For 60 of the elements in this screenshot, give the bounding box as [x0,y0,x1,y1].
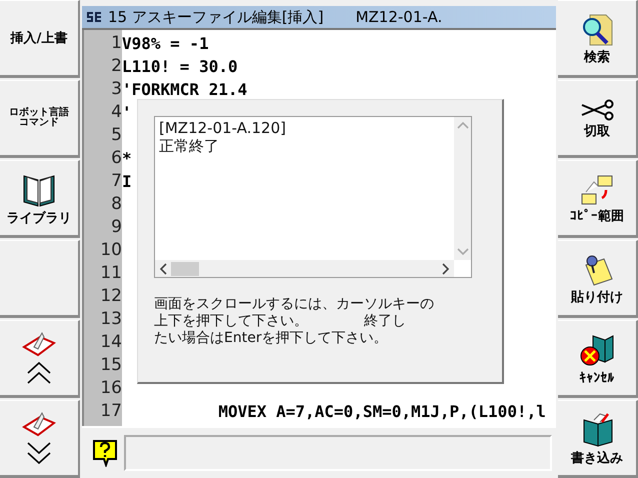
page-down-button[interactable] [0,400,80,478]
menu-button[interactable]: ロボット言語コマンド [0,80,80,158]
line-number: 13 [99,308,122,331]
magnifier-document-icon [580,12,614,46]
scroll-left-icon [159,262,167,274]
tool-button[interactable]: 書き込み [558,400,638,478]
line-number: 6 [110,147,122,170]
code-line: * [122,149,132,168]
code-line: L110! = 30.0 [122,57,238,76]
scroll-down-icon [456,248,468,256]
menu-button[interactable]: ライブラリ [0,160,80,238]
line-number: 7 [110,170,122,193]
scissors-icon [580,98,614,120]
help-icon [92,439,118,467]
scroll-right-icon [442,262,450,274]
open-book-icon [22,411,56,437]
tool-button[interactable]: ｷｬﾝｾﾙ [558,320,638,398]
code-line: 'FORKMCR 21.4 [122,80,248,99]
line-number: 11 [99,262,122,285]
double-chevron-up-icon [26,361,52,385]
line-number: 10 [99,239,122,262]
line-number: 9 [110,216,122,239]
log-line: [MZ12-01-A.120] [159,119,287,137]
copy-folders-icon [580,174,614,206]
line-number: 2 [110,55,122,78]
line-number: 8 [110,193,122,216]
tool-button[interactable]: 検索 [558,0,638,78]
vertical-scrollbar[interactable] [454,117,471,260]
line-number: 5 [110,124,122,147]
line-number: 1 [110,32,122,55]
line-number: 14 [99,331,122,354]
page-up-button[interactable] [0,320,80,398]
instruction-line: たい場合はEnterを押下して下さい。 [154,330,388,347]
tool-button[interactable]: 切取 [558,80,638,158]
code-line: I [122,172,132,191]
code-line: ' [122,103,132,122]
open-book-icon [22,331,56,357]
horizontal-scrollbar[interactable] [155,260,454,277]
instruction-line: 画面をスクロールするには、カーソルキーの [154,296,434,313]
tool-button[interactable]: ｺﾋﾟｰ範囲 [558,160,638,238]
line-number: 17 [99,400,122,423]
code-editor[interactable]: 1 2 3 4 5 6 7 8 9 10 11 12 13 14 15 16 17 V98% = -1 L110! = 30.0 'FORKMCR 21.4 ' * I [MZ12-01-A.120] 正常終了 画面をスクロールするには、カーソルキーの 上下を押下して下さい。 終了し たい場合はEnterを押下して下さい。 MOVEX A=7,AC=0,SM=0,M1J,P,(L100!,l [82,30,556,426]
line-number: 12 [99,285,122,308]
window-title: 15 アスキーファイル編集[挿入] [108,8,324,26]
menu-button[interactable]: 挿入/上書 [0,0,80,78]
line-number: 15 [99,354,122,377]
scroll-up-icon [456,121,468,129]
app-logo-icon [86,11,102,23]
line-number: 4 [110,101,122,124]
double-chevron-down-icon [26,441,52,465]
code-line: MOVEX A=7,AC=0,SM=0,M1J,P,(L100!,l [217,402,546,421]
log-line: 正常終了 [159,137,220,155]
tool-button[interactable]: 貼り付け [558,240,638,318]
instruction-line: 上下を押下して下さい。 終了し [154,313,406,330]
file-name: MZ12-01-A. [356,8,442,26]
line-number: 3 [110,78,122,101]
code-line: V98% = -1 [122,34,209,53]
line-number: 16 [99,377,122,400]
blank-button[interactable] [0,240,80,318]
scroll-thumb[interactable] [171,262,199,276]
